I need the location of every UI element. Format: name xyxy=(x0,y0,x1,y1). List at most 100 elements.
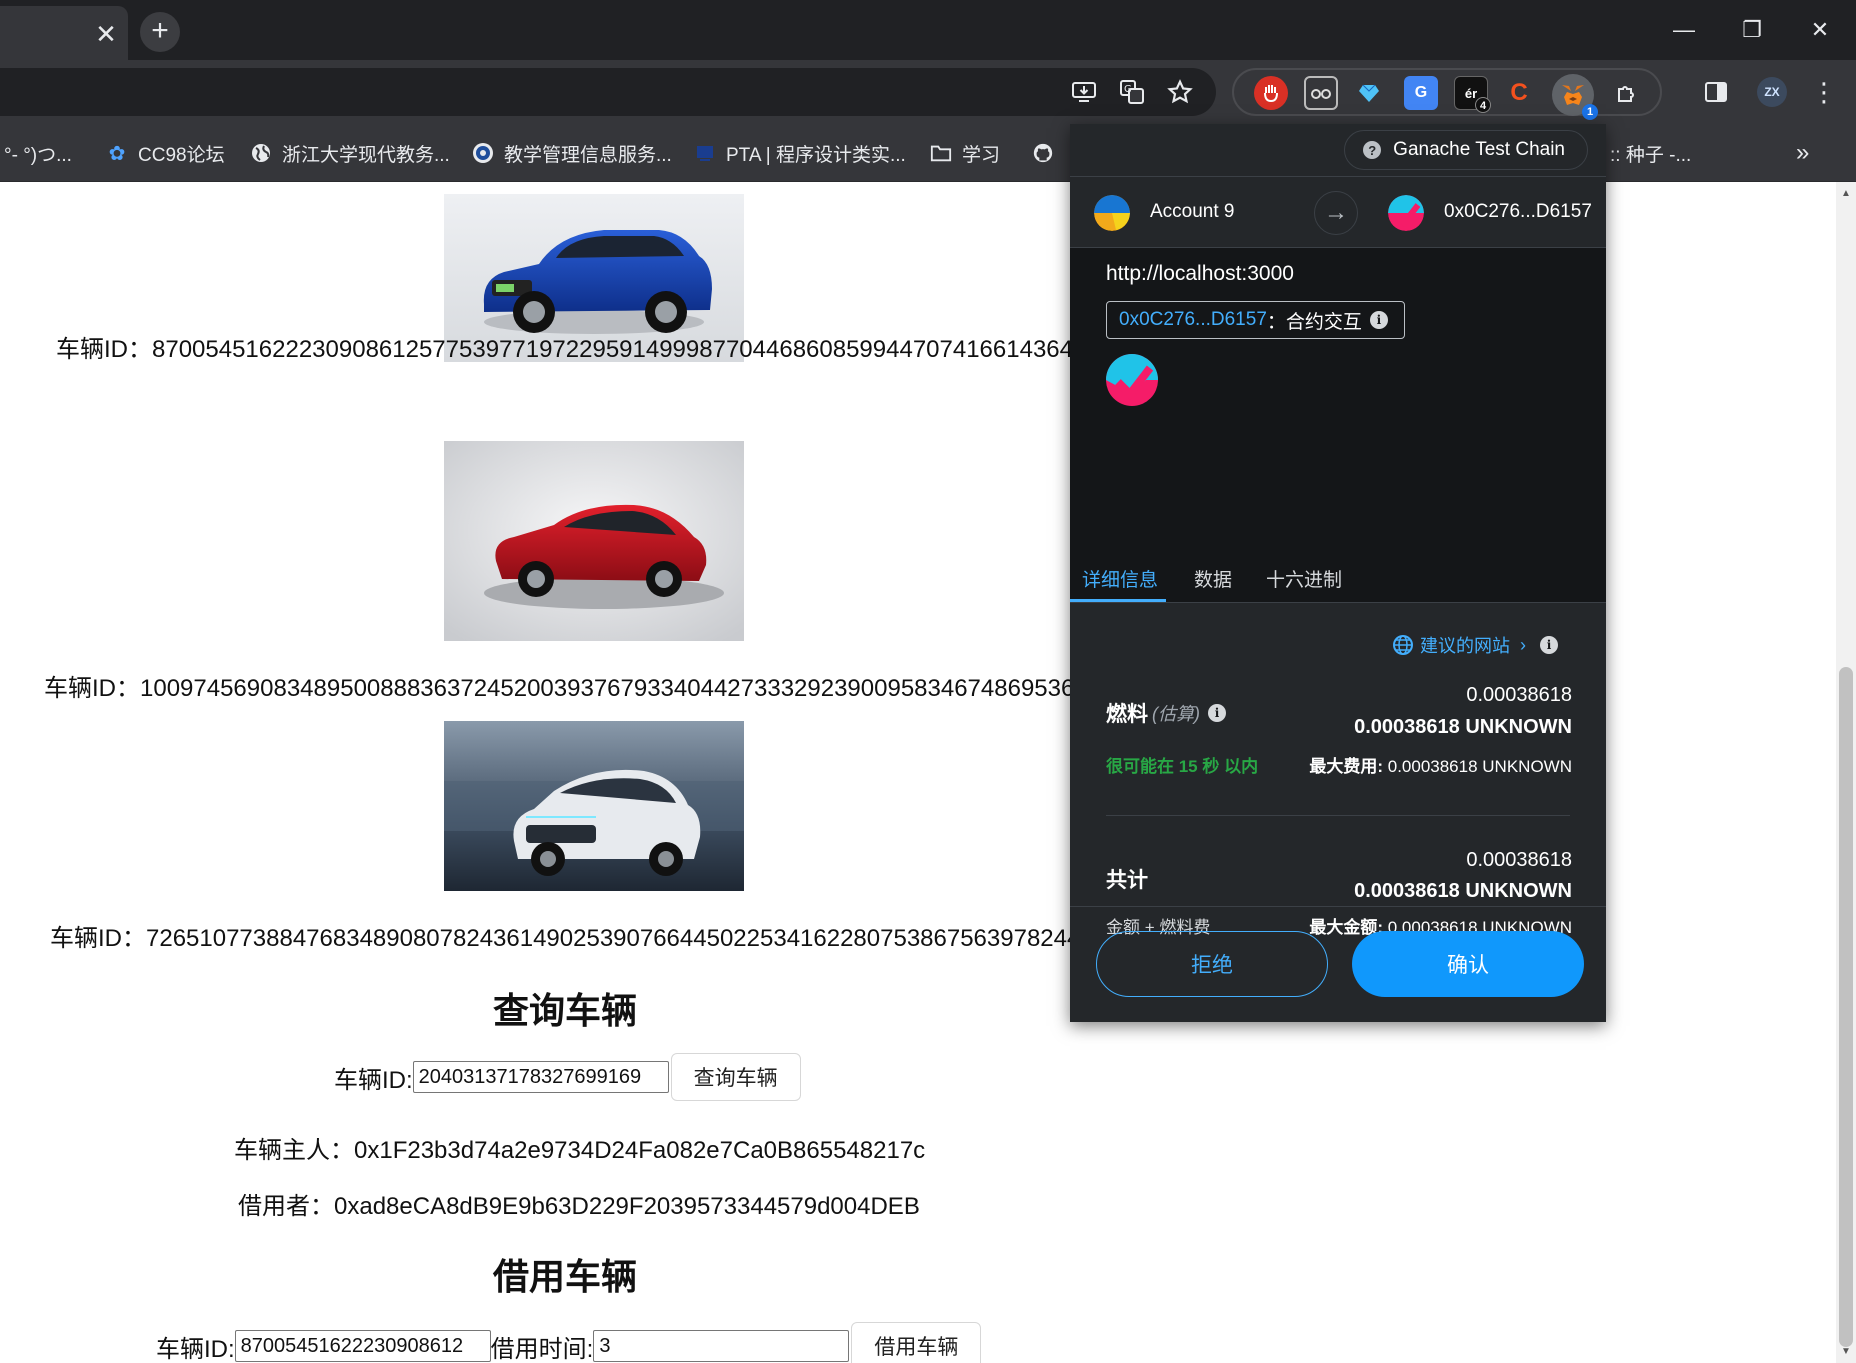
borrow-time-label: 借用时间: xyxy=(490,1335,594,1363)
borrow-car-button[interactable]: 借用车辆 xyxy=(851,1322,982,1363)
address-bar[interactable]: G xyxy=(0,68,1216,116)
c-ext-icon[interactable]: C xyxy=(1502,76,1536,110)
reject-button[interactable]: 拒绝 xyxy=(1096,931,1328,997)
tab-strip: ✕ + — ❐ ✕ xyxy=(0,0,1856,60)
bookmark-star-icon[interactable] xyxy=(1160,72,1200,112)
translate-icon[interactable]: G xyxy=(1112,72,1152,112)
car-id-value: 8700545162223090861257753977197229591499… xyxy=(152,336,1114,363)
google-translate-icon[interactable]: G xyxy=(1404,76,1438,110)
car-id-label: 车辆ID： xyxy=(50,925,146,952)
bookmarks-overflow-icon[interactable]: » xyxy=(1796,138,1809,168)
query-form: 车辆ID: 查询车辆 xyxy=(334,1053,801,1101)
globe-icon xyxy=(1393,635,1413,655)
bookmark-kaomoji[interactable]: °- °)つ... xyxy=(4,138,72,168)
tab-close-icon[interactable]: ✕ xyxy=(92,20,120,48)
bookmark-label: 浙江大学现代教务... xyxy=(282,144,450,166)
arrow-right-icon: → xyxy=(1314,191,1358,235)
owner-label: 车辆主人： xyxy=(234,1137,354,1164)
scroll-down-icon[interactable]: ▼ xyxy=(1840,1346,1852,1357)
borrower-line: 借用者：0xad8eCA8dB9E9b63D229F2039573344579d… xyxy=(238,1186,920,1221)
network-selector[interactable]: ? Ganache Test Chain xyxy=(1344,130,1588,170)
browser-toolbar: G G ér 4 C 1 ZX ⋮ xyxy=(0,60,1856,124)
reader-ext-icon[interactable] xyxy=(1304,76,1338,110)
scroll-up-icon[interactable]: ▲ xyxy=(1840,188,1852,199)
window-close-icon[interactable]: ✕ xyxy=(1800,12,1840,48)
scroll-thumb[interactable] xyxy=(1839,667,1853,1347)
gas-speed-estimate: 很可能在 15 秒 以内 xyxy=(1106,757,1259,776)
bookmark-label: :: 种子 -... xyxy=(1610,144,1692,166)
max-fee-label: 最大费用: xyxy=(1309,757,1383,776)
to-account-avatar xyxy=(1388,195,1424,231)
bookmark-pta[interactable]: PTA | 程序设计类实... xyxy=(694,138,906,168)
page-scrollbar[interactable]: ▲ ▼ xyxy=(1836,182,1856,1363)
method-avatar xyxy=(1106,354,1158,406)
minimize-icon[interactable]: — xyxy=(1664,12,1704,48)
profile-avatar[interactable]: ZX xyxy=(1752,72,1792,112)
folder-icon xyxy=(930,142,952,164)
contract-address[interactable]: 0x0C276...D6157 xyxy=(1119,309,1267,331)
car-image-red-sedan xyxy=(444,441,744,641)
from-account-avatar xyxy=(1094,195,1130,231)
borrow-form: 车辆ID: 借用时间: 借用车辆 xyxy=(156,1322,982,1363)
car-id-label: 车辆ID： xyxy=(56,336,152,363)
install-app-icon[interactable] xyxy=(1064,72,1104,112)
globe-icon xyxy=(250,142,272,164)
active-tab[interactable]: ✕ xyxy=(0,6,128,60)
menu-kebab-icon[interactable]: ⋮ xyxy=(1804,72,1844,112)
info-icon[interactable]: i xyxy=(1369,311,1388,329)
borrow-time-input[interactable] xyxy=(593,1330,850,1362)
pta-icon xyxy=(694,142,716,164)
owner-address: 0x1F23b3d74a2e9734D24Fa082e7Ca0B86554821… xyxy=(354,1137,926,1164)
borrow-id-label: 车辆ID: xyxy=(156,1335,235,1363)
bookmark-folder-study[interactable]: 学习 xyxy=(930,138,1000,168)
restore-icon[interactable]: ❐ xyxy=(1732,12,1772,48)
metamask-confirm-popup: ? Ganache Test Chain Account 9 → 0x0C276… xyxy=(1070,124,1606,1022)
adblock-icon[interactable] xyxy=(1254,76,1288,110)
new-tab-button[interactable]: + xyxy=(140,12,180,52)
total-label: 共计 xyxy=(1106,869,1148,892)
query-id-label: 车辆ID: xyxy=(334,1066,413,1094)
contract-interaction-chip[interactable]: 0x0C276...D6157 ：合约交互 i xyxy=(1106,301,1405,339)
car-image-white-suv xyxy=(444,721,744,891)
info-icon[interactable]: i xyxy=(1540,636,1558,654)
borrow-id-input[interactable] xyxy=(234,1330,491,1362)
from-account-name[interactable]: Account 9 xyxy=(1150,201,1235,223)
bookmark-cc98[interactable]: ✿ CC98论坛 xyxy=(106,138,225,168)
car-id-label: 车辆ID： xyxy=(44,675,140,702)
metamask-icon[interactable]: 1 xyxy=(1552,74,1598,120)
query-car-button[interactable]: 查询车辆 xyxy=(670,1053,801,1101)
details-divider xyxy=(1106,815,1570,816)
contract-action: ：合约交互 xyxy=(1266,311,1362,333)
word-ext-icon[interactable]: ér 4 xyxy=(1454,76,1491,113)
extensions-puzzle-icon[interactable] xyxy=(1610,76,1644,110)
tab-details[interactable]: 详细信息 xyxy=(1082,565,1158,592)
chevron-right-icon: › xyxy=(1520,634,1526,655)
owner-line: 车辆主人：0x1F23b3d74a2e9734D24Fa082e7Ca0B865… xyxy=(234,1130,925,1165)
borrower-address: 0xad8eCA8dB9E9b63D229F2039573344579d004D… xyxy=(334,1193,920,1220)
suggested-site-link[interactable]: 建议的网站 › i xyxy=(1392,632,1558,658)
car-id-line: 车辆ID：87005451622230908612577539771972295… xyxy=(56,329,1113,364)
bookmark-label: CC98论坛 xyxy=(138,144,225,166)
query-section-title: 查询车辆 xyxy=(492,990,637,1031)
bookmark-seed[interactable]: :: 种子 -... xyxy=(1610,138,1691,168)
diamond-ext-icon[interactable] xyxy=(1352,76,1386,110)
bookmark-github[interactable] xyxy=(1032,138,1064,168)
confirm-button[interactable]: 确认 xyxy=(1352,931,1584,997)
gas-value-unit: 0.00038618 UNKNOWN xyxy=(1354,716,1572,738)
borrower-label: 借用者： xyxy=(238,1193,334,1220)
popup-footer: 拒绝 确认 xyxy=(1070,906,1606,1022)
query-id-input[interactable] xyxy=(412,1061,669,1093)
car-id-line: 车辆ID：10097456908348950088836372452003937… xyxy=(44,668,1101,703)
info-icon[interactable]: i xyxy=(1208,704,1226,722)
tab-hex[interactable]: 十六进制 xyxy=(1266,565,1342,592)
bookmark-teaching-mgmt[interactable]: 教学管理信息服务... xyxy=(472,138,672,168)
tab-data[interactable]: 数据 xyxy=(1194,565,1232,592)
account-bar: Account 9 → 0x0C276...D6157 xyxy=(1070,176,1606,248)
active-tab-indicator xyxy=(1070,599,1166,602)
bookmark-label: 学习 xyxy=(962,144,1001,166)
car-id-value: 1009745690834895008883637245200393767933… xyxy=(140,675,1102,702)
to-account-address[interactable]: 0x0C276...D6157 xyxy=(1444,201,1592,223)
side-panel-icon[interactable] xyxy=(1696,72,1736,112)
bookmark-zju-academic[interactable]: 浙江大学现代教务... xyxy=(250,138,450,168)
total-value: 0.00038618 xyxy=(1466,849,1572,871)
